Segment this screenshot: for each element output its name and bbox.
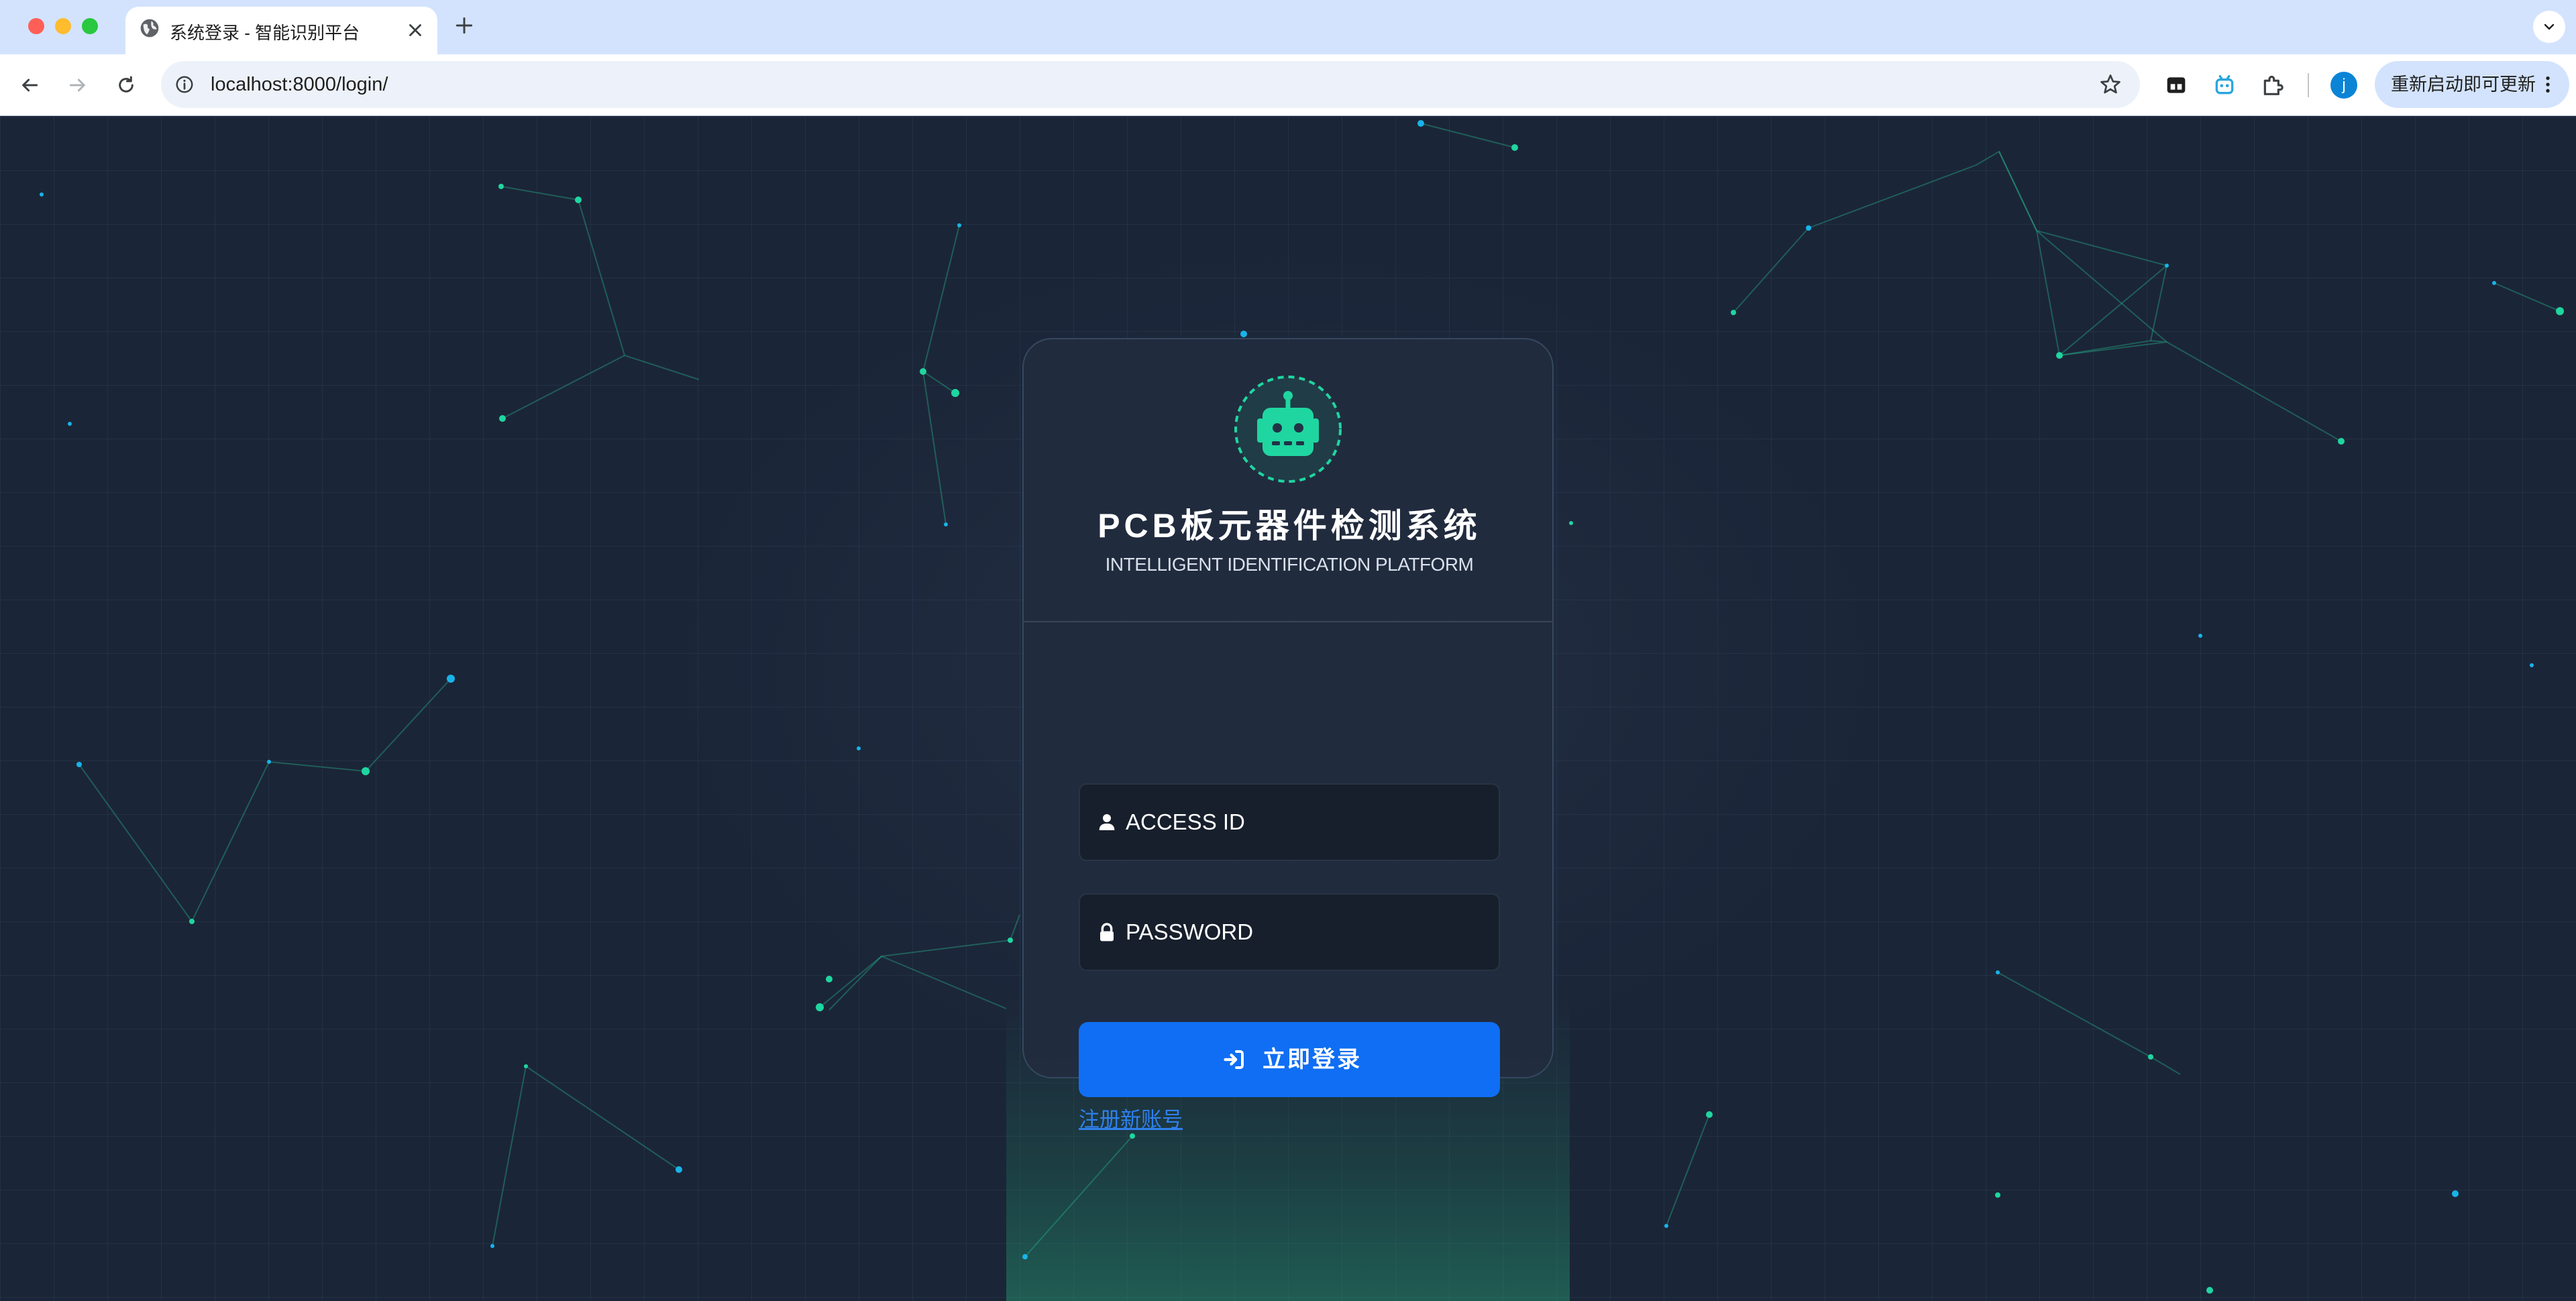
toolbar-separator xyxy=(2308,73,2309,97)
sign-in-icon xyxy=(1224,1050,1244,1069)
system-title: PCB板元器件检测系统 xyxy=(1097,507,1481,545)
user-icon xyxy=(1099,814,1115,830)
info-icon[interactable] xyxy=(174,74,195,95)
browser-tab-active[interactable]: 系统登录 - 智能识别平台 xyxy=(125,7,437,54)
reload-button[interactable] xyxy=(113,72,140,99)
more-vert-icon xyxy=(2546,76,2550,93)
lock-icon xyxy=(1100,923,1114,942)
close-icon[interactable] xyxy=(405,20,425,40)
window-minimize-button[interactable] xyxy=(55,18,71,34)
password-field[interactable] xyxy=(1079,893,1500,971)
browser-toolbar: localhost:8000/login/ j 重新启动即可更新 xyxy=(0,54,2576,116)
password-input[interactable] xyxy=(1124,895,1487,970)
register-link[interactable]: 注册新账号 xyxy=(1079,1102,1183,1133)
back-button[interactable] xyxy=(16,72,43,99)
robot-extension-icon[interactable] xyxy=(2211,72,2238,99)
extension-icon[interactable] xyxy=(2259,72,2286,99)
update-button[interactable]: 重新启动即可更新 xyxy=(2375,61,2569,108)
window-close-button[interactable] xyxy=(28,18,44,34)
window-zoom-button[interactable] xyxy=(82,18,98,34)
login-page: PCB板元器件检测系统 INTELLIGENT IDENTIFICATION P… xyxy=(0,117,2576,1301)
username-input[interactable] xyxy=(1124,785,1487,860)
profile-avatar[interactable]: j xyxy=(2330,72,2357,99)
url-text[interactable]: localhost:8000/login/ xyxy=(211,61,388,108)
address-bar[interactable]: localhost:8000/login/ xyxy=(161,61,2140,108)
tab-groups-icon[interactable] xyxy=(2163,72,2190,99)
update-label: 重新启动即可更新 xyxy=(2391,74,2536,95)
forward-arrow-icon xyxy=(69,78,85,92)
browser-tab-bar: 系统登录 - 智能识别平台 xyxy=(0,0,2576,54)
chevron-down-icon xyxy=(2544,23,2555,30)
back-arrow-icon xyxy=(22,78,38,92)
plus-icon[interactable] xyxy=(453,15,475,36)
tab-search-button[interactable] xyxy=(2533,11,2565,43)
robot-icon xyxy=(1234,376,1342,483)
globe-icon xyxy=(140,19,159,38)
tab-title: 系统登录 - 智能识别平台 xyxy=(170,23,360,43)
login-card: PCB板元器件检测系统 INTELLIGENT IDENTIFICATION P… xyxy=(1022,338,1554,1131)
card-divider xyxy=(1024,621,1552,622)
system-subtitle: INTELLIGENT IDENTIFICATION PLATFORM xyxy=(1105,554,1474,575)
star-icon[interactable] xyxy=(2098,72,2123,97)
reload-icon xyxy=(119,76,133,93)
forward-button[interactable] xyxy=(64,72,91,99)
login-button-label: 立即登录 xyxy=(1263,1047,1362,1072)
username-field[interactable] xyxy=(1079,783,1500,861)
login-button[interactable]: 立即登录 xyxy=(1079,1022,1500,1097)
